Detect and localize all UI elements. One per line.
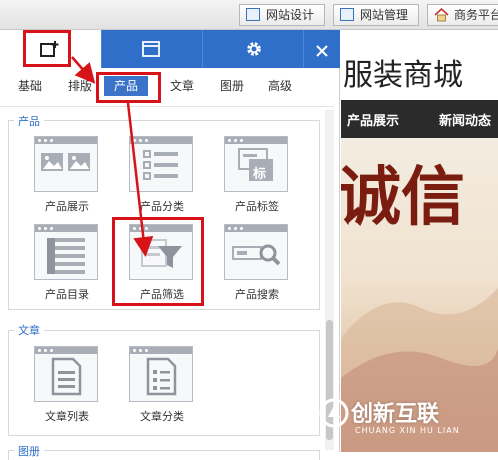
close-icon	[316, 42, 328, 61]
module-article-category[interactable]: 文章分类	[129, 346, 195, 426]
module-product-category[interactable]: 产品分类	[129, 136, 195, 216]
website-design-icon	[246, 8, 260, 21]
top-toolbar: 网站设计 网站管理 商务平台	[0, 0, 498, 30]
tab-article[interactable]: 文章	[170, 76, 194, 96]
module-product-search[interactable]: 产品搜索	[224, 224, 290, 304]
article-category-icon	[129, 346, 193, 402]
module-label: 产品展示	[45, 200, 89, 213]
site-title: 服装商城	[343, 58, 463, 93]
module-article-list[interactable]: 文章列表	[34, 346, 100, 426]
module-label: 文章分类	[140, 410, 184, 423]
banner-calligraphy: 诚信	[341, 160, 465, 235]
site-nav-item[interactable]: 产品展示	[347, 110, 399, 129]
module-product-directory[interactable]: 产品目录	[34, 224, 100, 304]
website-manage-icon	[340, 8, 354, 21]
tag-glyph: 标	[253, 167, 267, 182]
website-manage-button[interactable]: 网站管理	[333, 4, 419, 26]
module-label: 产品搜索	[235, 288, 279, 301]
watermark-name: 创新互联	[351, 402, 440, 427]
tab-layout[interactable]: 排版	[68, 76, 92, 96]
module-label: 产品分类	[140, 200, 184, 213]
close-panel-button[interactable]	[303, 30, 340, 68]
annotation-box-add	[23, 30, 71, 67]
product-category-icon	[129, 136, 193, 192]
module-product-tag[interactable]: 标 产品标签	[224, 136, 290, 216]
house-icon	[434, 7, 449, 22]
annotation-box-filter	[112, 217, 204, 306]
website-design-label: 网站设计	[266, 8, 315, 22]
tab-album[interactable]: 图册	[220, 76, 244, 96]
page-tab[interactable]	[101, 30, 202, 68]
product-search-icon	[224, 224, 288, 280]
watermark-sub: CHUANG XIN HU LIAN	[355, 426, 460, 435]
business-platform-label: 商务平台	[454, 8, 498, 22]
product-group-title: 产品	[14, 113, 44, 129]
window-icon	[142, 41, 160, 61]
module-label: 产品目录	[45, 288, 89, 301]
product-directory-icon	[34, 224, 98, 280]
site-nav-item[interactable]: 新闻动态	[439, 110, 491, 129]
settings-tab[interactable]	[202, 30, 303, 68]
annotation-box-product-tab	[96, 72, 161, 103]
watermark-logo-icon	[319, 398, 349, 432]
site-nav: 产品展示 新闻动态	[341, 100, 498, 138]
product-tag-icon: 标	[224, 136, 288, 192]
watermark: 创新互联 CHUANG XIN HU LIAN	[311, 392, 498, 452]
gear-icon	[245, 40, 263, 62]
site-preview: 服装商城 产品展示 新闻动态 诚信	[341, 30, 498, 452]
album-group-title: 图册	[14, 443, 44, 459]
website-design-button[interactable]: 网站设计	[239, 4, 325, 26]
website-manage-label: 网站管理	[360, 8, 409, 22]
tab-basic[interactable]: 基础	[18, 76, 42, 96]
product-display-icon	[34, 136, 98, 192]
tab-advanced[interactable]: 高级	[268, 76, 292, 96]
module-label: 文章列表	[45, 410, 89, 423]
article-group-title: 文章	[14, 322, 44, 338]
business-platform-button[interactable]: 商务平台	[427, 4, 498, 26]
module-product-display[interactable]: 产品展示	[34, 136, 100, 216]
divider	[0, 106, 334, 107]
module-label: 产品标签	[235, 200, 279, 213]
article-list-icon	[34, 346, 98, 402]
